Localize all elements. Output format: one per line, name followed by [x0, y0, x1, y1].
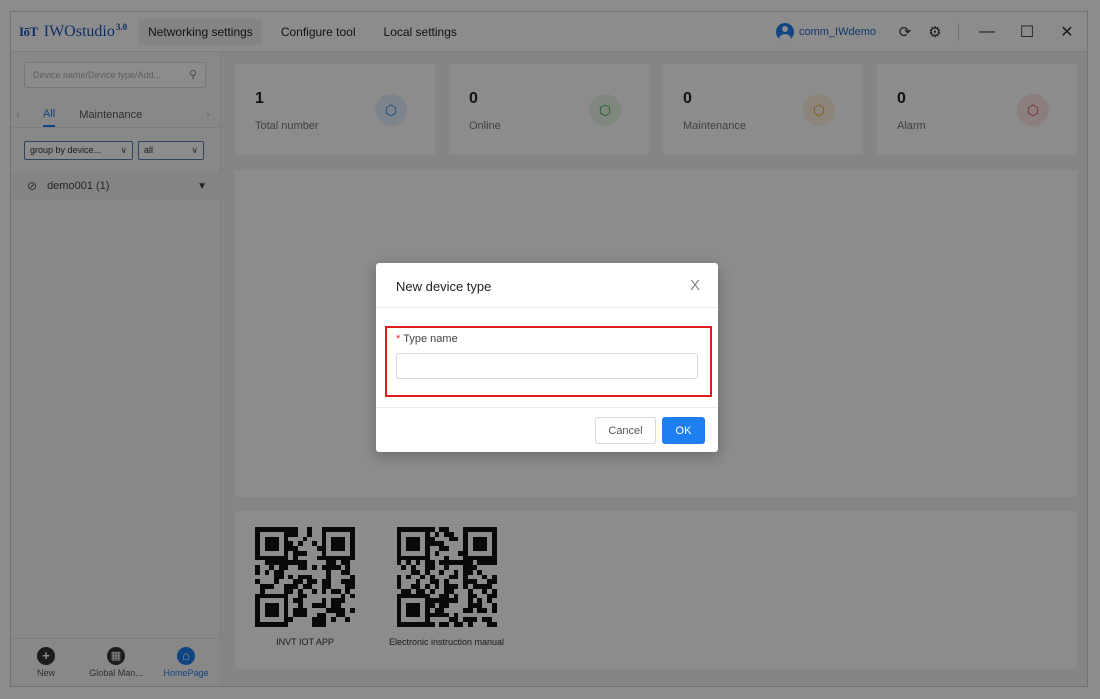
cancel-button[interactable]: Cancel [595, 417, 656, 444]
ok-button[interactable]: OK [662, 417, 705, 444]
type-name-label-text: Type name [403, 333, 458, 345]
type-name-input[interactable] [396, 353, 698, 379]
type-name-label: * Type name [396, 333, 458, 345]
new-device-type-dialog: New device type X * Type name Cancel OK [376, 263, 718, 452]
dialog-title: New device type [396, 279, 492, 294]
required-mark: * [396, 333, 401, 345]
dialog-header: New device type X [376, 263, 718, 308]
close-icon[interactable]: X [690, 277, 700, 294]
dialog-footer: Cancel OK [376, 407, 718, 452]
